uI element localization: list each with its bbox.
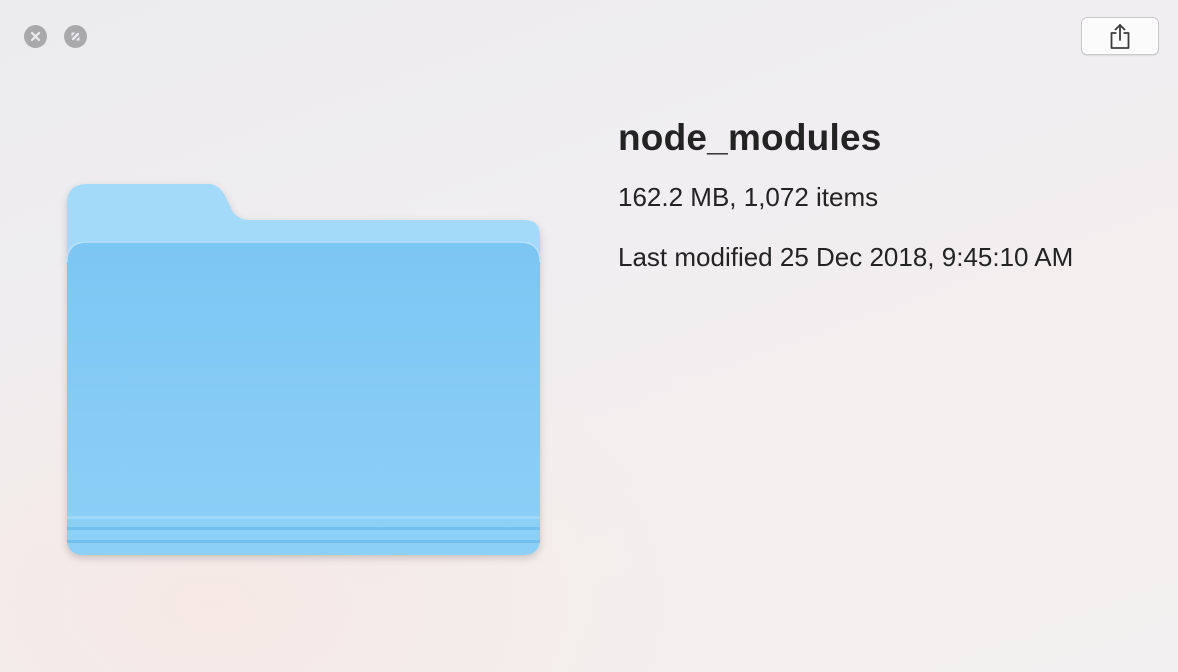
last-modified: Last modified 25 Dec 2018, 9:45:10 AM xyxy=(618,242,1074,272)
close-button[interactable] xyxy=(24,25,47,48)
share-icon xyxy=(1110,24,1130,49)
file-info: node_modules 162.2 MB, 1,072 items Last … xyxy=(618,112,1073,274)
file-name: node_modules xyxy=(618,117,882,158)
close-icon xyxy=(30,31,41,42)
quick-look-window: node_modules 162.2 MB, 1,072 items Last … xyxy=(0,0,1178,672)
fullscreen-button[interactable] xyxy=(64,25,87,48)
share-button[interactable] xyxy=(1081,17,1159,55)
file-size-summary: 162.2 MB, 1,072 items xyxy=(618,182,879,212)
fullscreen-icon xyxy=(71,32,80,41)
folder-icon xyxy=(66,184,541,555)
